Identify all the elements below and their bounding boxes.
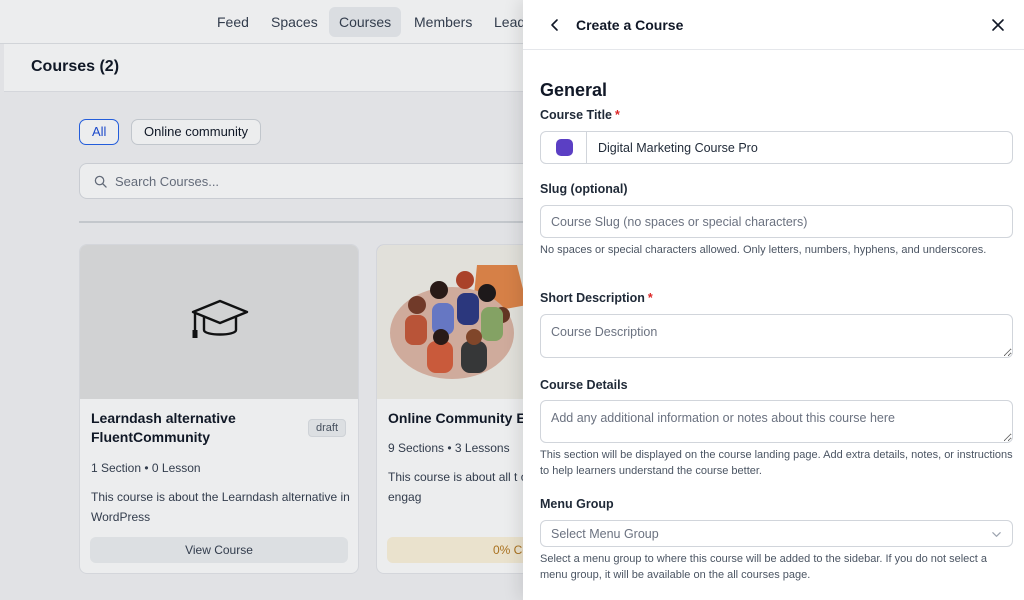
course-search-input[interactable]: Search Courses... <box>79 163 539 199</box>
drawer-header: Create a Course <box>523 0 1024 50</box>
nav-item-feed[interactable]: Feed <box>207 7 259 37</box>
select-placeholder: Select Menu Group <box>551 527 659 541</box>
required-marker: * <box>647 291 653 305</box>
graduation-cap-icon <box>191 299 249 338</box>
course-meta: 9 Sections • 3 Lessons <box>388 441 510 455</box>
course-details-help-text: This section will be displayed on the co… <box>540 449 1013 477</box>
divider <box>79 221 539 223</box>
search-placeholder: Search Courses... <box>115 174 220 189</box>
course-title-field <box>540 131 1013 164</box>
nav-item-members[interactable]: Members <box>404 7 482 37</box>
search-icon <box>94 175 107 188</box>
label-text: Short Description <box>540 291 645 305</box>
view-course-button[interactable]: View Course <box>90 537 348 563</box>
course-title[interactable]: Learndash alternative FluentCommunity <box>91 409 291 447</box>
nav-item-courses[interactable]: Courses <box>329 7 402 37</box>
course-thumbnail <box>80 245 358 399</box>
course-card[interactable]: Learndash alternative FluentCommunity dr… <box>79 244 359 574</box>
filter-chip-all[interactable]: All <box>79 119 120 145</box>
required-marker: * <box>615 108 620 122</box>
course-details-label: Course Details <box>540 378 628 392</box>
course-title-label: Course Title * <box>540 108 620 122</box>
nav-item-spaces[interactable]: Spaces <box>261 7 328 37</box>
section-title: General <box>540 80 608 100</box>
short-description-textarea[interactable] <box>540 314 1013 358</box>
menu-group-select[interactable]: Select Menu Group <box>540 520 1013 547</box>
course-description: This course is about the Learndash alter… <box>91 490 350 524</box>
close-icon[interactable] <box>988 15 1008 35</box>
slug-help-text: No spaces or special characters allowed.… <box>540 244 987 256</box>
filter-chip-online-community[interactable]: Online community <box>131 119 262 145</box>
status-badge: draft <box>307 419 346 437</box>
slug-label: Slug (optional) <box>540 182 628 196</box>
chevron-left-icon[interactable] <box>545 15 565 35</box>
create-course-drawer: Create a Course General Course Title* Sl… <box>523 0 1024 600</box>
color-swatch[interactable] <box>556 139 573 156</box>
chevron-down-icon <box>992 532 1001 537</box>
drawer-title: Create a Course <box>576 17 684 33</box>
menu-group-label: Menu Group <box>540 497 614 511</box>
course-details-textarea[interactable] <box>540 400 1013 443</box>
label-text: Course Title <box>540 108 613 122</box>
short-description-label: Short Description * <box>540 291 653 305</box>
page-title: Courses (2) <box>31 58 120 75</box>
course-meta: 1 Section • 0 Lesson <box>91 461 201 475</box>
menu-group-help-text: Select a menu group to where this course… <box>540 553 987 581</box>
course-title-input[interactable] <box>588 132 1012 163</box>
slug-input[interactable] <box>540 205 1013 238</box>
color-picker[interactable] <box>541 132 587 163</box>
